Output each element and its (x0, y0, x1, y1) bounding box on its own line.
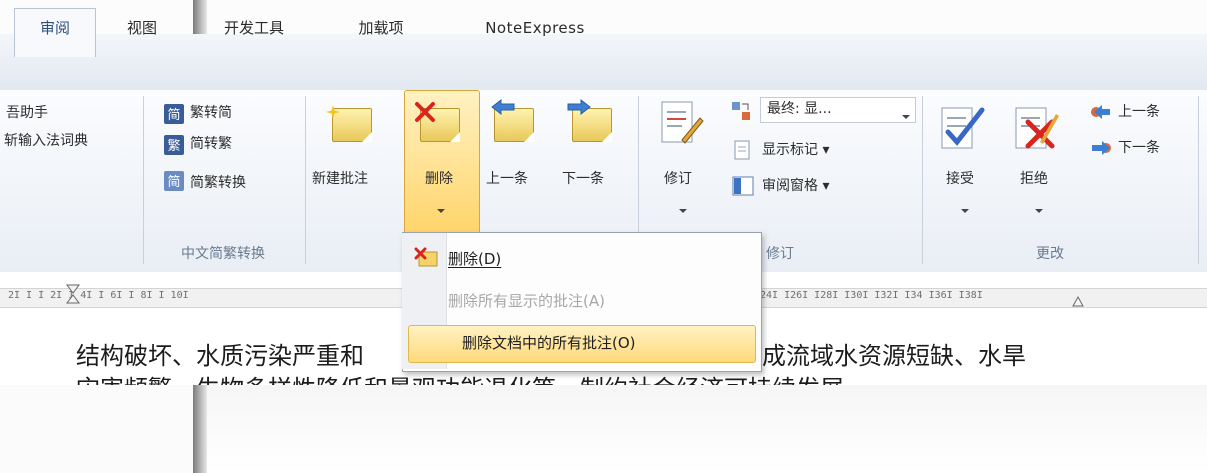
chevron-down-icon (436, 200, 446, 213)
next-change-icon (1090, 138, 1112, 158)
show-markup-label: 显示标记 (762, 142, 818, 158)
display-mode-value: 最终: 显... (767, 101, 832, 117)
arrow-left-icon (490, 98, 516, 116)
menu-item-delete-label: 删除(D) (448, 250, 502, 268)
svg-text:简: 简 (167, 174, 180, 190)
tab-noteexpress[interactable]: NoteExpress (460, 14, 610, 42)
new-comment-button[interactable]: 新建批注 (312, 168, 368, 188)
menu-item-delete[interactable]: 删除(D) (448, 242, 501, 276)
traditional-icon: 繁 (163, 134, 185, 156)
group-separator (922, 96, 923, 264)
show-markup-button[interactable]: 显示标记 ▾ (762, 137, 829, 163)
group-separator (305, 96, 306, 264)
next-comment-button[interactable]: 下一条 (562, 168, 604, 188)
group-separator (143, 96, 144, 264)
chevron-down-icon (901, 106, 911, 119)
doc-line-2: 灾害频繁，生物多样性降低和景观功能退化等，制约社会经济可持续发展 (76, 371, 844, 385)
sparkle-icon (326, 104, 340, 119)
right-indent-marker-icon[interactable] (1072, 292, 1084, 307)
menu-item-delete-shown[interactable]: 删除所有显示的批注(A) (448, 284, 605, 318)
display-mode-icon (730, 100, 752, 122)
indent-marker-icon[interactable] (66, 284, 80, 306)
display-mode-select[interactable]: 最终: 显... (760, 97, 916, 123)
next-change-button[interactable]: 下一条 (1118, 135, 1160, 161)
tab-review[interactable]: 审阅 (14, 8, 96, 57)
group-label-changes: 更改 (1036, 246, 1064, 262)
assistant-item[interactable]: 吾助手 (6, 100, 48, 126)
accept-change-icon (940, 102, 986, 152)
ime-dictionary-item[interactable]: 斩输入法词典 (4, 128, 88, 154)
arrow-right-icon (566, 98, 592, 116)
track-changes-icon (660, 100, 704, 152)
group-label-chinese-convert: 中文简繁转换 (181, 246, 265, 262)
track-changes-button[interactable]: 修订 (664, 168, 692, 188)
chevron-down-icon (678, 200, 688, 213)
ruler-ticks-right: 24I I26I I28I I30I I32I I34 I36I I38I (760, 290, 983, 301)
delete-comment-label: 删除 (425, 171, 453, 187)
delete-comment-menu-icon (414, 247, 440, 269)
page-edge-shadow (193, 385, 207, 473)
tab-view[interactable]: 视图 (112, 14, 172, 42)
group-separator (1198, 96, 1199, 264)
menu-item-delete-all[interactable]: 删除文档中的所有批注(O) (462, 326, 636, 360)
tab-developer[interactable]: 开发工具 (208, 14, 300, 42)
accept-change-button[interactable]: 接受 (946, 168, 974, 188)
svg-text:简: 简 (167, 107, 180, 123)
show-markup-icon (734, 140, 752, 160)
red-x-icon (413, 100, 437, 124)
reviewing-pane-icon (732, 176, 754, 196)
reject-change-icon (1014, 102, 1060, 152)
previous-comment-button[interactable]: 上一条 (486, 168, 528, 188)
svg-text:繁: 繁 (167, 138, 180, 154)
simplify-icon: 简 (163, 103, 185, 125)
reviewing-pane-button[interactable]: 审阅窗格 ▾ (762, 173, 829, 199)
convert-icon: 简 (163, 170, 185, 192)
doc-line-1-left: 结构破坏、水质污染严重和 (76, 342, 364, 370)
ruler-ticks-left: 2I I I 2I I 4I I 6I I 8I I 10I (8, 290, 189, 301)
reviewing-pane-label: 审阅窗格 (762, 178, 818, 194)
ribbon-tab-bar (0, 34, 1207, 91)
page-edge-shadow (193, 0, 207, 34)
tab-addins[interactable]: 加载项 (340, 14, 422, 42)
doc-line-1-right: 成流域水资源短缺、水旱 (762, 342, 1026, 370)
convert-button[interactable]: 简繁转换 (190, 170, 246, 196)
previous-change-button[interactable]: 上一条 (1118, 99, 1160, 125)
reject-change-button[interactable]: 拒绝 (1020, 168, 1048, 188)
previous-change-icon (1090, 102, 1112, 122)
chevron-down-icon (1034, 200, 1044, 213)
trad-to-simp-button[interactable]: 繁转简 (190, 100, 232, 126)
document-margin-shade (207, 385, 1207, 473)
chevron-down-icon (960, 200, 970, 213)
simp-to-trad-button[interactable]: 简转繁 (190, 131, 232, 157)
